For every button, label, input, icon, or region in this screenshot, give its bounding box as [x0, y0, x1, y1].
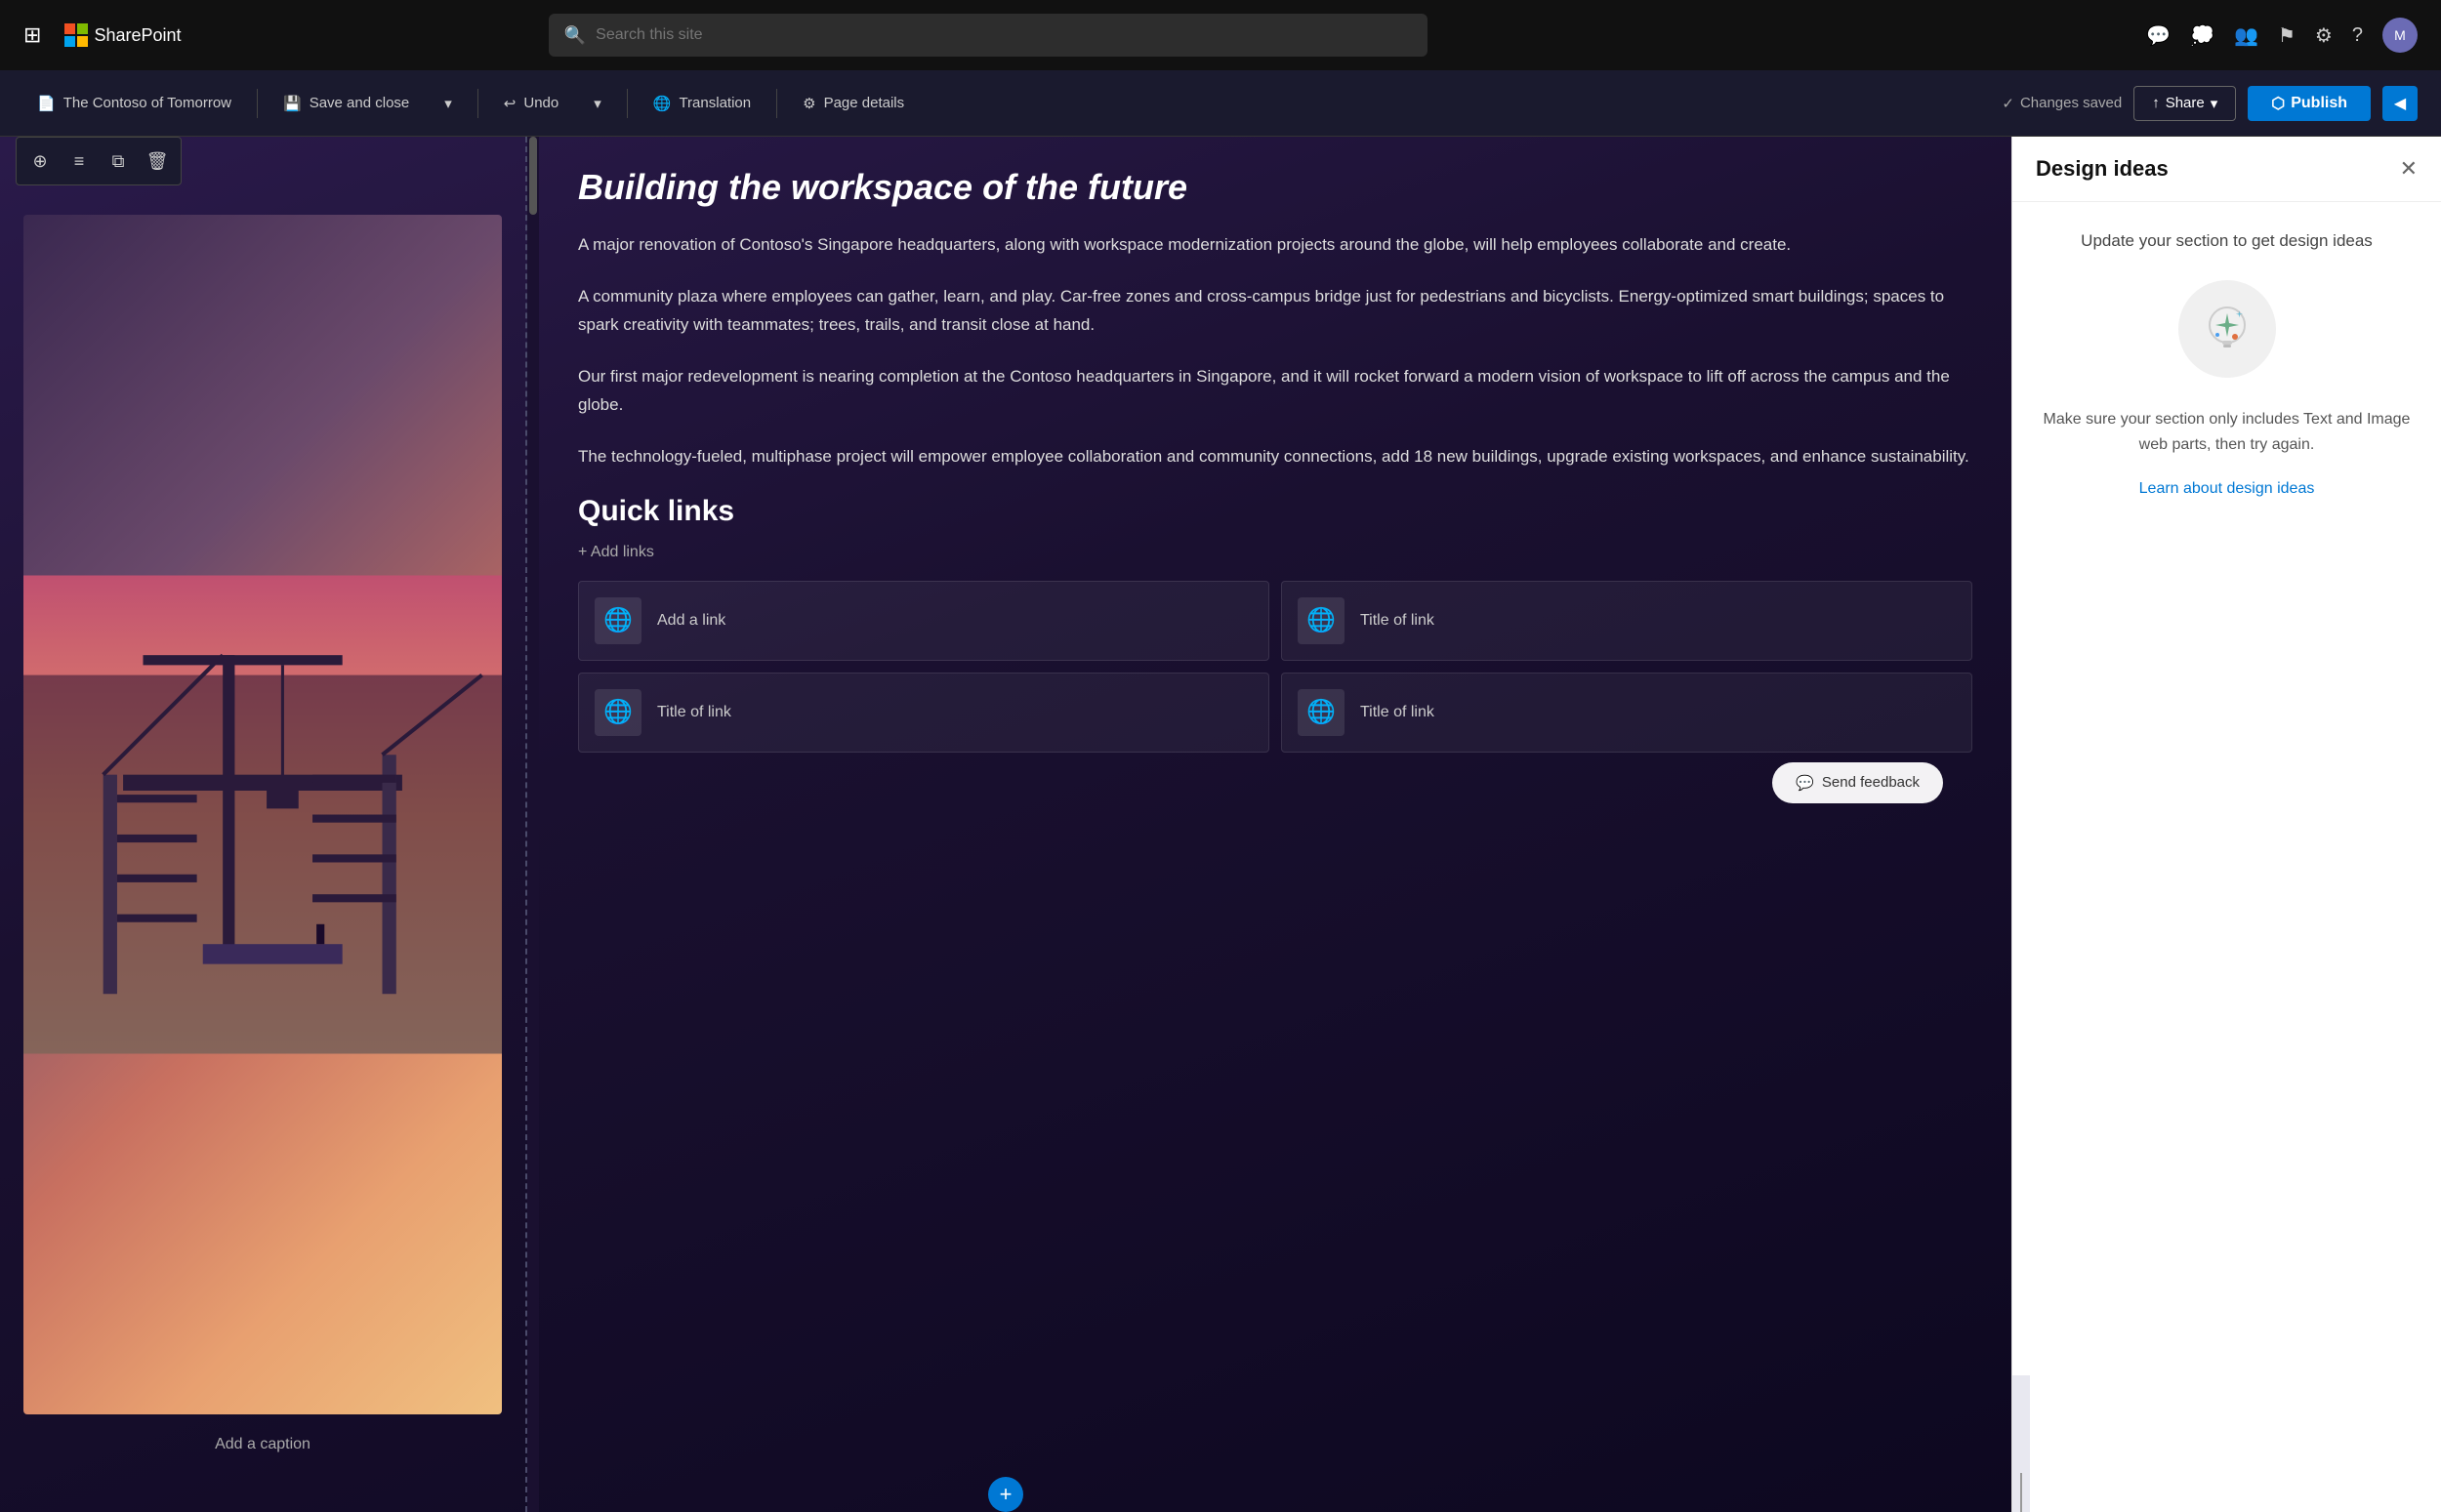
link-card-3[interactable]: 🌐 Title of link: [578, 673, 1269, 753]
site-name-label: The Contoso of Tomorrow: [63, 95, 231, 111]
publish-icon: ⬡: [2271, 94, 2285, 113]
search-box[interactable]: 🔍: [549, 14, 1427, 57]
nav-icons: 💬 💭 👥 ⚑ ⚙ ? M: [2146, 18, 2418, 53]
microsoft-logo: SharePoint: [64, 23, 181, 47]
design-ideas-panel: Design ideas ✕ Update your section to ge…: [2011, 137, 2441, 1512]
quick-links-section: Quick links + Add links 🌐 Add a link 🌐 T…: [578, 495, 1972, 753]
design-panel-description: Make sure your section only includes Tex…: [2036, 407, 2418, 457]
section-edit-toolbar: ⊕ ≡ ⧉ 🗑: [16, 137, 182, 185]
divider-1: [257, 89, 258, 118]
content-area: Add a caption Building the workspace of …: [0, 137, 2011, 1512]
waffle-menu-icon[interactable]: ⊞: [23, 22, 41, 48]
feedback-label: Send feedback: [1822, 774, 1920, 791]
save-close-button[interactable]: 💾 Save and close: [269, 87, 423, 120]
chat-icon[interactable]: 💭: [2190, 23, 2214, 48]
left-column: Add a caption: [0, 137, 527, 1512]
image-caption[interactable]: Add a caption: [0, 1436, 525, 1453]
move-button[interactable]: ⊕: [22, 143, 58, 179]
sidebar-toggle-button[interactable]: ◀: [2382, 86, 2418, 121]
page-details-icon: ⚙: [803, 95, 815, 112]
people-icon[interactable]: 👥: [2234, 23, 2258, 48]
avatar[interactable]: M: [2382, 18, 2418, 53]
scrollbar[interactable]: [527, 137, 539, 1512]
feedback-icon[interactable]: 💬: [2146, 23, 2171, 48]
article-title: Building the workspace of the future: [578, 166, 1972, 208]
changes-saved-status: ✓ Changes saved: [2002, 95, 2122, 112]
duplicate-button[interactable]: ⧉: [101, 143, 136, 179]
publish-button[interactable]: ⬡ Publish: [2248, 86, 2371, 121]
link-card-2[interactable]: 🌐 Title of link: [1281, 581, 1972, 661]
link-label-4: Title of link: [1360, 704, 1434, 721]
article-para-4: The technology-fueled, multiphase projec…: [578, 443, 1972, 471]
add-links-button[interactable]: + Add links: [578, 544, 1972, 561]
design-ideas-icon: [2196, 298, 2258, 360]
link-card-1[interactable]: 🌐 Add a link: [578, 581, 1269, 661]
article-para-2: A community plaza where employees can ga…: [578, 283, 1972, 340]
settings-icon[interactable]: ⚙: [2315, 23, 2333, 48]
article-para-3: Our first major redevelopment is nearing…: [578, 363, 1972, 420]
quick-links-title: Quick links: [578, 495, 1972, 528]
side-tab[interactable]: [2012, 1375, 2030, 1512]
divider-4: [776, 89, 777, 118]
toolbar-right: ✓ Changes saved ↑ Share ▾ ⬡ Publish ◀: [2002, 86, 2418, 121]
link-icon-3: 🌐: [595, 689, 641, 736]
app-name: SharePoint: [94, 25, 181, 46]
delete-button[interactable]: 🗑: [140, 143, 175, 179]
main-layout: Add a caption Building the workspace of …: [0, 137, 2441, 1512]
undo-button[interactable]: ↩ Undo: [490, 87, 572, 120]
content-columns: Add a caption Building the workspace of …: [0, 137, 2011, 1512]
divider-2: [477, 89, 478, 118]
help-icon[interactable]: ?: [2352, 24, 2363, 47]
search-input[interactable]: [596, 26, 1412, 44]
save-icon: 💾: [283, 95, 302, 112]
link-icon-4: 🌐: [1298, 689, 1345, 736]
save-dropdown-button[interactable]: ▾: [431, 87, 466, 120]
share-icon: ↑: [2152, 95, 2160, 111]
scrollbar-thumb[interactable]: [529, 137, 537, 215]
link-icon-1: 🌐: [595, 597, 641, 644]
checkmark-icon: ✓: [2002, 95, 2014, 112]
add-links-label: + Add links: [578, 544, 654, 561]
link-label-2: Title of link: [1360, 612, 1434, 630]
side-tab-line: [2020, 1473, 2022, 1512]
divider-3: [627, 89, 628, 118]
site-name-button[interactable]: 📄 The Contoso of Tomorrow: [23, 87, 245, 120]
design-panel-header: Design ideas ✕: [2012, 137, 2441, 202]
top-navigation: ⊞ SharePoint 🔍 💬 💭 👥 ⚑ ⚙ ? M: [0, 0, 2441, 70]
links-grid: 🌐 Add a link 🌐 Title of link 🌐 Title of …: [578, 581, 1972, 753]
link-label-3: Title of link: [657, 704, 731, 721]
share-dropdown-icon: ▾: [2211, 95, 2218, 112]
undo-icon: ↩: [504, 95, 517, 112]
right-column: Building the workspace of the future A m…: [539, 137, 2011, 1512]
translation-icon: 🌐: [653, 95, 672, 112]
toolbar-left: 📄 The Contoso of Tomorrow 💾 Save and clo…: [23, 87, 2002, 120]
link-card-4[interactable]: 🌐 Title of link: [1281, 673, 1972, 753]
design-icon-wrapper: [2178, 280, 2276, 378]
edit-settings-button[interactable]: ≡: [62, 143, 97, 179]
search-icon: 🔍: [564, 25, 586, 46]
construction-svg: [23, 215, 502, 1414]
design-panel-close-button[interactable]: ✕: [2400, 156, 2418, 182]
feedback-icon: 💬: [1796, 774, 1814, 792]
design-panel-subtitle: Update your section to get design ideas: [2081, 231, 2373, 251]
send-feedback-button[interactable]: 💬 Send feedback: [1772, 762, 1943, 803]
design-panel-title: Design ideas: [2036, 156, 2169, 182]
page-icon: 📄: [37, 95, 56, 112]
undo-dropdown-button[interactable]: ▾: [580, 87, 615, 120]
learn-design-ideas-link[interactable]: Learn about design ideas: [2139, 480, 2315, 498]
link-icon-2: 🌐: [1298, 597, 1345, 644]
page-details-button[interactable]: ⚙ Page details: [789, 87, 918, 120]
link-label-1: Add a link: [657, 612, 725, 630]
edit-toolbar-bar: 📄 The Contoso of Tomorrow 💾 Save and clo…: [0, 70, 2441, 137]
flag-icon[interactable]: ⚑: [2278, 23, 2296, 48]
translation-button[interactable]: 🌐 Translation: [640, 87, 765, 120]
design-panel-body: Update your section to get design ideas: [2012, 202, 2441, 1375]
share-button[interactable]: ↑ Share ▾: [2133, 86, 2236, 121]
article-para-1: A major renovation of Contoso's Singapor…: [578, 231, 1972, 260]
add-section-button[interactable]: +: [988, 1477, 1023, 1512]
construction-image: [23, 215, 502, 1414]
